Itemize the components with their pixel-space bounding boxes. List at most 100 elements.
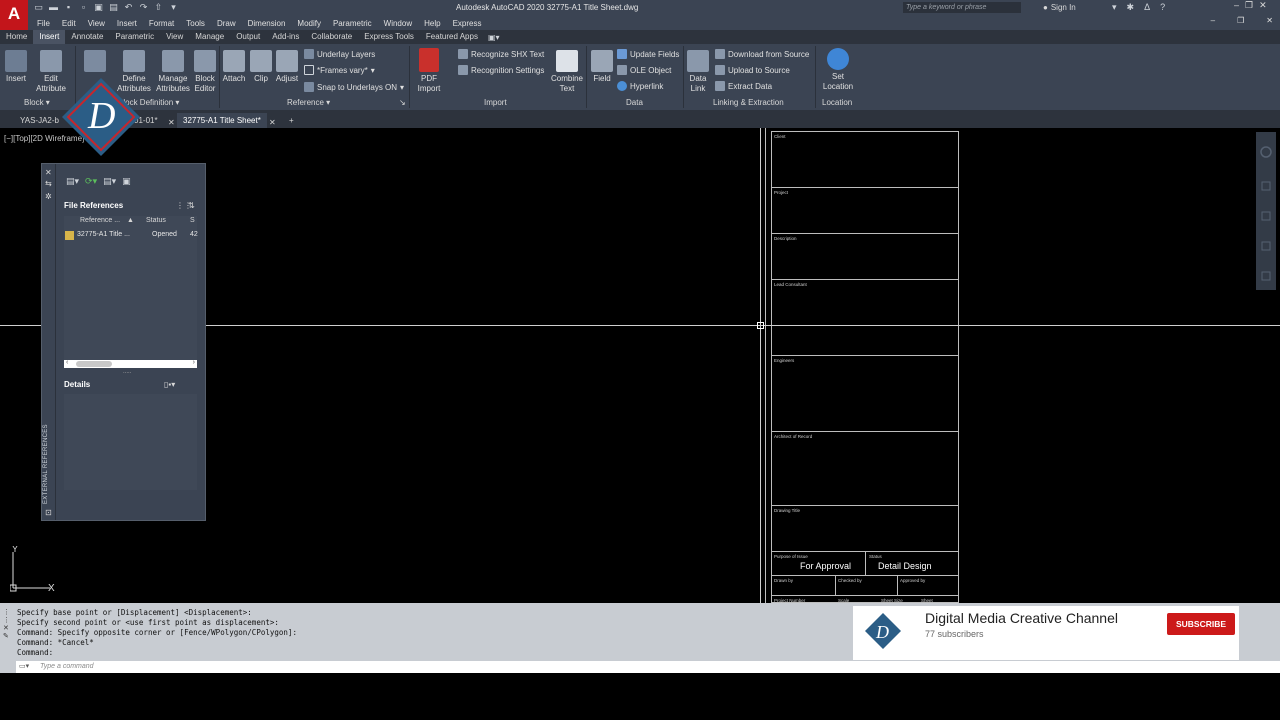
save-icon[interactable]: ▪ — [63, 2, 74, 13]
tab-add-ins[interactable]: Add-ins — [266, 30, 305, 44]
channel-logo[interactable]: D — [861, 611, 905, 655]
menu-parametric[interactable]: Parametric — [333, 19, 372, 28]
menu-modify[interactable]: Modify — [297, 19, 321, 28]
close-icon[interactable]: ✕ — [1259, 0, 1267, 11]
tab-insert[interactable]: Insert — [33, 30, 66, 44]
tab-parametric[interactable]: Parametric — [109, 30, 160, 44]
tree-view-icon[interactable]: ⇅ — [188, 201, 195, 210]
change-path-icon[interactable]: ▤▾ — [103, 176, 116, 187]
insert-block-button[interactable]: Insert — [4, 50, 28, 84]
recognize-shx-text-button[interactable]: Recognize SHX Text — [458, 49, 544, 59]
attach-button[interactable]: Attach — [222, 50, 246, 84]
doc-restore-icon[interactable]: ❐ — [1237, 16, 1244, 25]
customize-qat-icon[interactable]: ▾ — [168, 2, 179, 13]
doc-close-icon[interactable]: ✕ — [1266, 16, 1273, 25]
file-references-list[interactable]: Reference ... ▲ Status S 32775-A1 Title … — [64, 216, 198, 360]
column-status[interactable]: Status — [146, 217, 166, 224]
new-tab-plus-icon[interactable]: + — [283, 113, 300, 128]
scrollbar-thumb[interactable] — [76, 361, 112, 367]
recognition-settings-button[interactable]: Recognition Settings — [458, 65, 544, 75]
snap-to-underlays-dropdown[interactable]: Snap to Underlays ON ▾ — [304, 82, 404, 92]
column-size[interactable]: S — [190, 217, 195, 224]
external-references-palette[interactable]: ✕ ⇆ ✲ EXTERNAL REFERENCES ⊡ ▤▾ ⟳▾ ▤▾ ▣ F… — [41, 163, 206, 521]
subscribe-button[interactable]: SUBSCRIBE — [1167, 613, 1235, 635]
combine-text-button[interactable]: Combine Text — [550, 50, 584, 94]
save-as-icon[interactable]: ▫ — [78, 2, 89, 13]
adjust-button[interactable]: Adjust — [274, 50, 300, 84]
command-input[interactable]: ▭▾ Type a command — [16, 661, 1280, 673]
pdf-import-button[interactable]: PDF Import — [414, 48, 444, 94]
tab-output[interactable]: Output — [230, 30, 266, 44]
manage-attributes-button[interactable]: Manage Attributes — [155, 50, 191, 94]
palette-menu-icon[interactable]: ⊡ — [45, 508, 52, 517]
menu-tools[interactable]: Tools — [186, 19, 205, 28]
menu-help[interactable]: Help — [424, 19, 440, 28]
open-folder-icon[interactable]: ▬ — [48, 2, 59, 13]
plot-icon[interactable]: ▣ — [93, 2, 104, 13]
navigation-bar[interactable] — [1256, 132, 1276, 290]
menu-edit[interactable]: Edit — [62, 19, 76, 28]
doc-tab-yas[interactable]: YAS-JA2-b — [14, 113, 65, 128]
menu-view[interactable]: View — [88, 19, 105, 28]
share-icon[interactable]: ⇧ — [153, 2, 164, 13]
panel-label-block[interactable]: Block ▾ — [24, 98, 50, 107]
search-input[interactable]: Type a keyword or phrase — [903, 2, 1021, 13]
redo-icon[interactable]: ↷ — [138, 2, 149, 13]
table-row[interactable]: 32775-A1 Title ... Opened 42 — [64, 230, 198, 242]
panel-label-reference[interactable]: Reference ▾ — [287, 98, 330, 107]
underlay-layers-button[interactable]: Underlay Layers — [304, 49, 375, 59]
tab-home[interactable]: Home — [0, 30, 33, 44]
cart-icon[interactable]: ▾ — [1112, 2, 1117, 13]
command-prompt-icon[interactable]: ▭▾ — [19, 661, 29, 673]
block-editor-button[interactable]: Block Editor — [192, 50, 218, 94]
new-file-icon[interactable]: ▭ — [33, 2, 44, 13]
menu-draw[interactable]: Draw — [217, 19, 236, 28]
tab-view[interactable]: View — [160, 30, 189, 44]
tab-featured-apps[interactable]: Featured Apps — [420, 30, 484, 44]
doc-tab-title-sheet[interactable]: 32775-A1 Title Sheet* — [177, 113, 267, 128]
tab-express-tools[interactable]: Express Tools — [358, 30, 420, 44]
splitter-grip[interactable]: ..... — [123, 369, 131, 375]
reference-dialog-launcher-icon[interactable]: ↘ — [399, 98, 406, 107]
print-icon[interactable]: ▤ — [108, 2, 119, 13]
menu-dimension[interactable]: Dimension — [248, 19, 286, 28]
tab-collaborate[interactable]: Collaborate — [305, 30, 358, 44]
autocad-logo[interactable]: A — [0, 0, 28, 30]
doc-minimize-icon[interactable]: – — [1211, 16, 1215, 25]
help-icon[interactable]: ▣ — [122, 176, 131, 187]
hyperlink-button[interactable]: Hyperlink — [617, 81, 663, 91]
upload-to-source-button[interactable]: Upload to Source — [715, 65, 790, 75]
menu-window[interactable]: Window — [384, 19, 412, 28]
create-block-button[interactable] — [82, 50, 108, 74]
youtube-subscribe-overlay[interactable]: D Digital Media Creative Channel 77 subs… — [853, 606, 1239, 660]
frames-dropdown[interactable]: *Frames vary* ▾ — [304, 65, 375, 75]
update-fields-button[interactable]: Update Fields — [617, 49, 679, 59]
channel-name[interactable]: Digital Media Creative Channel — [925, 610, 1118, 626]
details-toggle-icon[interactable]: ▯▪▾ — [164, 380, 175, 389]
ribbon-options-icon[interactable]: ▣▾ — [488, 33, 500, 42]
command-window-grip[interactable]: ⋮ ⋮ ✕ ✎ — [3, 608, 12, 648]
clip-button[interactable]: Clip — [250, 50, 272, 84]
menu-insert[interactable]: Insert — [117, 19, 137, 28]
refresh-icon[interactable]: ⟳▾ — [85, 176, 97, 187]
download-from-source-button[interactable]: Download from Source — [715, 49, 809, 59]
field-button[interactable]: Field — [590, 50, 614, 84]
ole-object-button[interactable]: OLE Object — [617, 65, 671, 75]
close-icon[interactable]: ✕ — [45, 168, 52, 177]
column-reference-name[interactable]: Reference ... — [80, 217, 120, 224]
undo-icon[interactable]: ↶ — [123, 2, 134, 13]
scroll-left-icon[interactable]: ‹ — [66, 359, 68, 366]
scroll-right-icon[interactable]: › — [193, 359, 195, 366]
autodesk-app-store-icon[interactable]: ✱ — [1127, 2, 1135, 13]
tab-annotate[interactable]: Annotate — [65, 30, 109, 44]
help-icon[interactable]: ? — [1160, 2, 1165, 13]
menu-file[interactable]: File — [37, 19, 50, 28]
attach-dwg-icon[interactable]: ▤▾ — [66, 176, 79, 187]
set-location-button[interactable]: Set Location — [820, 48, 856, 92]
minimize-icon[interactable]: – — [1234, 0, 1239, 11]
menu-express[interactable]: Express — [453, 19, 482, 28]
data-link-button[interactable]: Data Link — [686, 50, 710, 94]
menu-format[interactable]: Format — [149, 19, 174, 28]
horizontal-scrollbar[interactable]: ‹ › — [64, 359, 197, 368]
auto-hide-icon[interactable]: ⇆ — [45, 179, 52, 188]
